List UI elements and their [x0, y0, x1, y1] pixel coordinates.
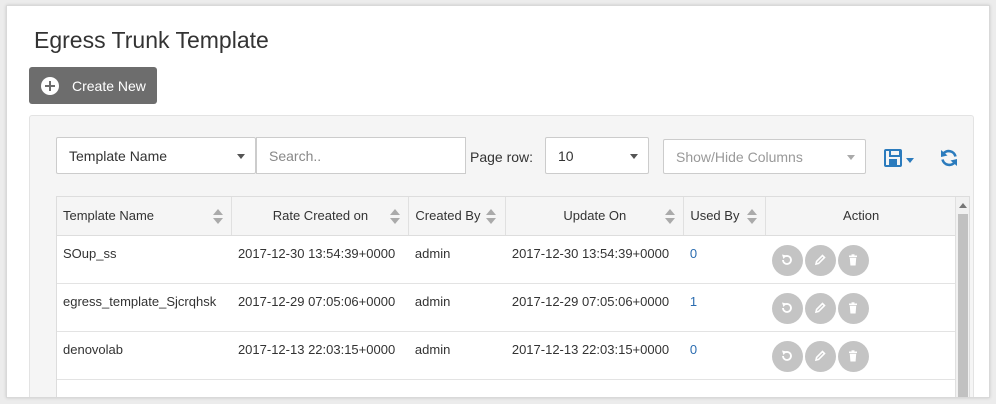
cell-rate-created-on: 2017-12-30 13:54:39+0000: [231, 235, 409, 284]
trash-icon: [849, 350, 858, 362]
floppy-disk-icon[interactable]: [884, 149, 902, 167]
table-row: egress_template_Sjcrqhsk 2017-12-29 07:0…: [57, 283, 957, 332]
cell-update-on: 2017-12-13 22:03:15+0000: [505, 331, 684, 380]
template-panel: Template Name Page row: 10 Show/Hide Col…: [29, 115, 974, 397]
page-row-value: 10: [558, 147, 574, 164]
pencil-icon: [815, 350, 826, 362]
chevron-down-icon: [237, 153, 245, 159]
filter-field-select[interactable]: Template Name: [56, 137, 256, 174]
sort-icon[interactable]: [390, 209, 401, 225]
show-hide-columns-select[interactable]: Show/Hide Columns: [663, 139, 866, 174]
sort-icon[interactable]: [665, 209, 676, 225]
cell-update-on: 2017-12-29 07:05:06+0000: [505, 283, 684, 332]
pencil-icon: [815, 302, 826, 314]
table-header-row: Template Name Rate Created on Created By…: [57, 197, 957, 236]
cell-rate-created-on: 2017-12-29 07:05:06+0000: [231, 283, 409, 332]
cell-actions: [765, 283, 957, 332]
restore-icon: [782, 254, 793, 265]
table-scrollbar[interactable]: [955, 197, 969, 397]
page-row-select[interactable]: 10: [545, 137, 649, 174]
header-rate-created-on[interactable]: Rate Created on: [231, 197, 410, 236]
create-new-label: Create New: [72, 77, 146, 94]
refresh-icon[interactable]: [939, 148, 959, 168]
header-created-by[interactable]: Created By: [408, 197, 507, 236]
edit-button[interactable]: [804, 340, 836, 372]
create-new-button[interactable]: Create New: [29, 67, 157, 104]
trash-icon: [849, 254, 858, 266]
template-table: Template Name Rate Created on Created By…: [57, 197, 957, 380]
filter-field-value: Template Name: [69, 147, 168, 164]
page-title: Egress Trunk Template: [34, 27, 269, 53]
restore-button[interactable]: [771, 340, 803, 372]
cell-template-name: denovolab: [57, 331, 232, 380]
cell-update-on: 2017-12-30 13:54:39+0000: [505, 235, 684, 284]
page-row-label: Page row:: [470, 149, 534, 165]
cell-created-by: admin: [408, 331, 506, 380]
restore-button[interactable]: [771, 244, 803, 276]
scroll-thumb[interactable]: [958, 214, 968, 397]
sort-icon[interactable]: [747, 209, 758, 225]
restore-icon: [782, 350, 793, 361]
delete-button[interactable]: [837, 292, 869, 324]
search-input[interactable]: [256, 137, 466, 174]
trash-icon: [849, 302, 858, 314]
cell-rate-created-on: 2017-12-13 22:03:15+0000: [231, 331, 409, 380]
sort-icon[interactable]: [486, 209, 497, 225]
sort-icon[interactable]: [213, 209, 224, 225]
template-table-container: Template Name Rate Created on Created By…: [56, 196, 970, 397]
header-used-by[interactable]: Used By: [683, 197, 767, 236]
chevron-down-icon: [630, 153, 638, 159]
main-frame: Egress Trunk Template Create New Templat…: [6, 5, 990, 398]
cell-created-by: admin: [408, 235, 506, 284]
edit-button[interactable]: [804, 244, 836, 276]
header-template-name[interactable]: Template Name: [57, 197, 233, 236]
table-row: denovolab 2017-12-13 22:03:15+0000 admin…: [57, 331, 957, 380]
cell-used-by-link[interactable]: 1: [683, 283, 766, 332]
header-action: Action: [765, 197, 957, 236]
cell-used-by-link[interactable]: 0: [683, 235, 766, 284]
edit-button[interactable]: [804, 292, 836, 324]
scroll-up-icon[interactable]: [959, 203, 967, 208]
restore-button[interactable]: [771, 292, 803, 324]
pencil-icon: [815, 254, 826, 266]
plus-circle-icon: [41, 76, 59, 95]
chevron-down-icon: [847, 154, 855, 160]
cell-template-name: egress_template_Sjcrqhsk: [57, 283, 232, 332]
cell-actions: [765, 235, 957, 284]
cell-created-by: admin: [408, 283, 506, 332]
export-dropdown-caret-icon[interactable]: [906, 158, 914, 163]
cell-used-by-link[interactable]: 0: [683, 331, 766, 380]
show-hide-columns-label: Show/Hide Columns: [676, 148, 803, 165]
restore-icon: [782, 302, 793, 313]
delete-button[interactable]: [837, 244, 869, 276]
cell-template-name: SOup_ss: [57, 235, 232, 284]
cell-actions: [765, 331, 957, 380]
table-row: SOup_ss 2017-12-30 13:54:39+0000 admin 2…: [57, 235, 957, 284]
delete-button[interactable]: [837, 340, 869, 372]
header-update-on[interactable]: Update On: [505, 197, 685, 236]
